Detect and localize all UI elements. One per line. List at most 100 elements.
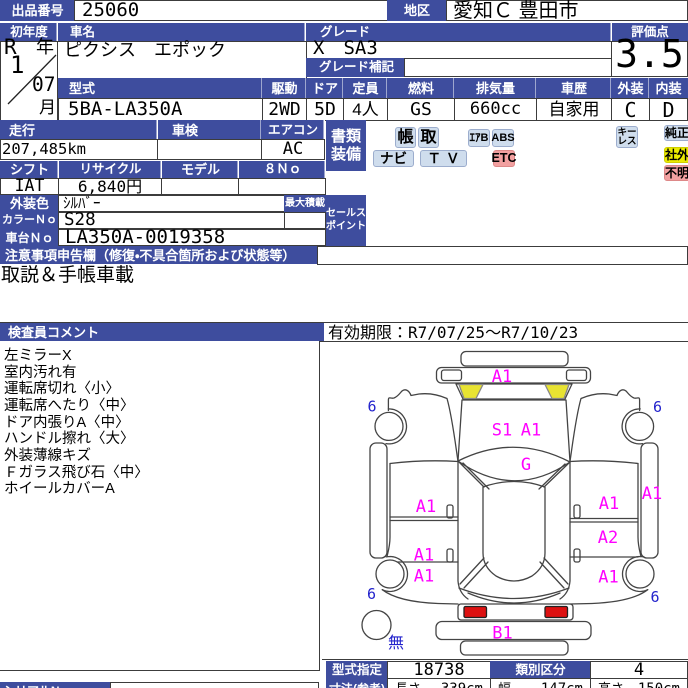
displacement-value: 660cc: [454, 98, 537, 121]
c-pillar-right: [539, 557, 569, 589]
mark-hood-1: S1: [492, 421, 512, 441]
grade-value: X SA3: [306, 38, 612, 59]
first-year-month: 07: [32, 73, 56, 96]
shift-value: IAT: [0, 178, 59, 195]
first-year-era-unit: 年: [36, 37, 54, 57]
mark-right-sill: A1: [642, 484, 662, 504]
left-rear-lower: [381, 589, 459, 605]
aircon-label: エアコン: [261, 120, 325, 140]
left-rear-door-handle: [446, 548, 454, 563]
rear-bumper-shape: [435, 620, 592, 641]
model-code-value: 5BA-LA350A: [58, 98, 263, 121]
lot-number-value: 25060: [74, 0, 388, 21]
history-value: 自家用: [536, 98, 612, 121]
badge-aftermarket: 社外: [664, 147, 688, 163]
car-name-label: 車名: [58, 23, 306, 41]
height-value: 150cm: [638, 682, 680, 688]
width-label: 幅: [498, 682, 511, 688]
left-sill-shape: [369, 442, 388, 559]
mark-left-quarter: A1: [414, 567, 434, 587]
history-label: 車歴: [536, 78, 612, 99]
tire-depth-front-left: 6: [367, 398, 376, 416]
recycle-label: リサイクル: [59, 161, 162, 178]
tail-lamp-left: [463, 605, 488, 619]
comment-line: 左ミラーX: [4, 348, 72, 364]
area-label: 地区: [387, 0, 447, 21]
capacity-label: 定員: [343, 78, 388, 99]
comment-line: ハンドル擦れ〈大〉: [4, 431, 135, 447]
mileage-label: 走行: [0, 120, 158, 140]
capacity-value: 4人: [343, 98, 388, 121]
tire-depth-rear-right: 6: [650, 588, 659, 606]
class-category-value: 4: [590, 661, 688, 679]
first-year-year: 1: [10, 51, 25, 79]
cowl-highlight-left: [458, 383, 484, 400]
roof-shape: [482, 480, 546, 582]
auction-sheet: 出品番号 25060 地区 愛知Ｃ 豊田市 初年度 車名 グレード 評価点 R …: [0, 0, 688, 688]
c-pillar-left: [459, 557, 489, 589]
notes-value: 取説＆手帳車載: [1, 265, 135, 286]
model-year-label: モデル: [162, 161, 239, 178]
badge-keyless-line2: レス: [617, 136, 637, 147]
exterior-grade-value: C: [611, 98, 650, 121]
comment-line: ホイールカバーA: [4, 481, 115, 497]
notes-extra-cell: [317, 246, 688, 265]
doors-value: 5D: [306, 98, 344, 121]
badge-manual: 取: [418, 127, 439, 148]
sales-point-line2: ポイント: [326, 221, 366, 232]
exterior-color-label: 外装色: [0, 195, 59, 212]
tire-depth-rear-left: 6: [367, 585, 376, 603]
dimension-height-cell: 高さ 150cm: [590, 678, 688, 688]
comment-line: ドア内張りA〈中〉: [4, 415, 130, 431]
grade-note-value: [404, 58, 612, 77]
inspector-header: 検査員コメント: [0, 323, 324, 341]
serial-no-label: シリアルNo: [0, 682, 111, 688]
mark-roof: G: [521, 455, 531, 475]
right-door-inner-edge: [559, 460, 571, 600]
headlight-left-shape: [440, 369, 463, 382]
wheel-rear-left: [375, 559, 405, 589]
badge-keyless: キー レス: [616, 126, 638, 148]
model-code-label: 型式: [58, 78, 263, 99]
hatch-arc-outer: [458, 587, 570, 600]
front-bumper-shape: [460, 350, 569, 367]
dimensions-label: 寸法(参考): [326, 678, 388, 688]
fuel-label: 燃料: [387, 78, 455, 99]
dimension-width-cell: 幅 147cm: [490, 678, 591, 688]
right-rear-door-handle: [573, 548, 581, 563]
interior-grade-value: D: [649, 98, 688, 121]
badge-abs: ABS: [491, 129, 515, 147]
badge-navi: ナビ: [373, 150, 414, 167]
type-designation-label: 型式指定: [326, 661, 388, 679]
doors-label: ドア: [306, 78, 344, 99]
right-rear-lower: [569, 589, 649, 605]
mark-front-panel: A1: [492, 367, 512, 387]
badge-unknown: 不明: [664, 165, 688, 181]
no8-value: [238, 178, 326, 195]
width-value: 147cm: [541, 682, 583, 688]
validity-period: 有効期限：R7/07/25～R7/10/23: [328, 323, 579, 342]
dimension-length-cell: 長さ 339cm: [387, 678, 491, 688]
docs-equipment-label: 書類 装備: [326, 120, 366, 171]
mark-left-rear-door: A1: [414, 546, 434, 566]
inspection-label: 車検: [158, 120, 262, 140]
drive-value: 2WD: [262, 98, 307, 121]
comment-line: Ｆガラス飛び石〈中〉: [4, 465, 149, 481]
wheel-rear-right: [625, 559, 655, 589]
max-load-label: 最大積載: [284, 195, 326, 212]
drive-label: 駆動: [262, 78, 307, 99]
notes-header: 注意事項申告欄（修復・不具合箇所および状態等）: [0, 246, 318, 264]
tire-depth-front-right: 6: [653, 398, 662, 416]
badge-etc: ETC: [491, 150, 517, 167]
comment-line: 外装薄線キズ: [4, 448, 91, 464]
docs-label-line2: 装備: [330, 146, 361, 163]
score-value: 3.5: [611, 35, 688, 77]
car-name-value: ピクシス エポック: [57, 41, 307, 79]
badge-record-book: 帳: [395, 127, 416, 148]
lot-number-label: 出品番号: [0, 0, 75, 21]
chassis-no-label: 車台Ｎｏ: [0, 229, 59, 246]
height-label: 高さ: [598, 682, 624, 688]
spare-tire-shape: [361, 609, 392, 641]
headlight-right-shape: [565, 369, 588, 382]
mark-right-rear-door: A2: [598, 528, 618, 548]
